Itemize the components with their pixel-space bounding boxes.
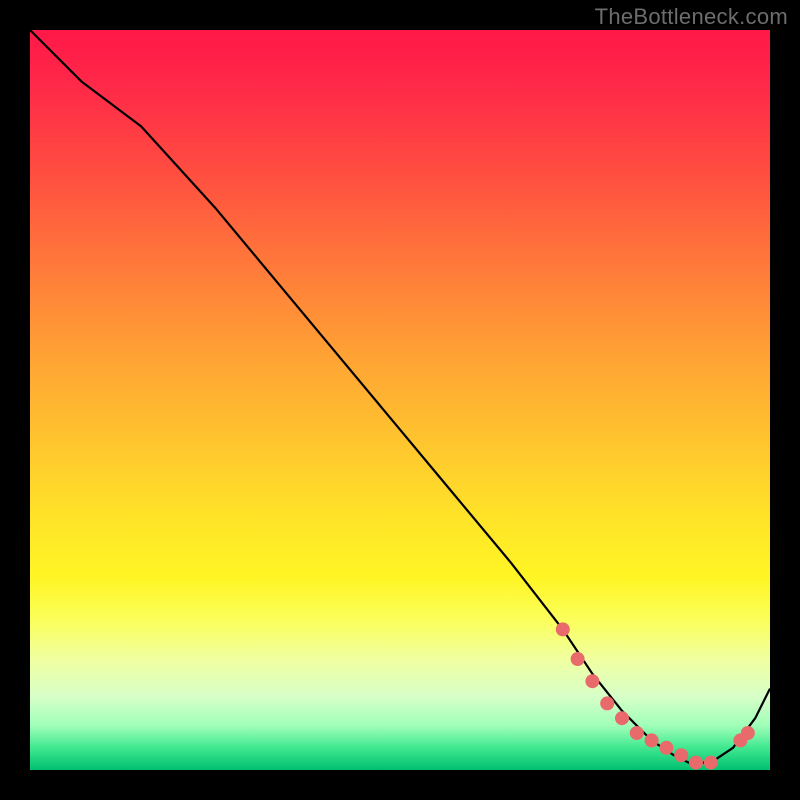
curve-marker <box>585 674 599 688</box>
curve-marker <box>741 726 755 740</box>
chart-frame: TheBottleneck.com <box>0 0 800 800</box>
curve-marker <box>630 726 644 740</box>
curve-marker <box>689 756 703 770</box>
curve-marker <box>556 622 570 636</box>
curve-marker <box>659 741 673 755</box>
curve-marker <box>615 711 629 725</box>
curve-marker <box>674 748 688 762</box>
watermark-text: TheBottleneck.com <box>595 4 788 30</box>
plot-area <box>30 30 770 770</box>
curve-marker <box>600 696 614 710</box>
curve-marker <box>704 756 718 770</box>
bottleneck-curve <box>30 30 770 763</box>
marker-group <box>556 622 755 769</box>
curve-marker <box>571 652 585 666</box>
curve-marker <box>645 733 659 747</box>
curve-overlay <box>30 30 770 770</box>
